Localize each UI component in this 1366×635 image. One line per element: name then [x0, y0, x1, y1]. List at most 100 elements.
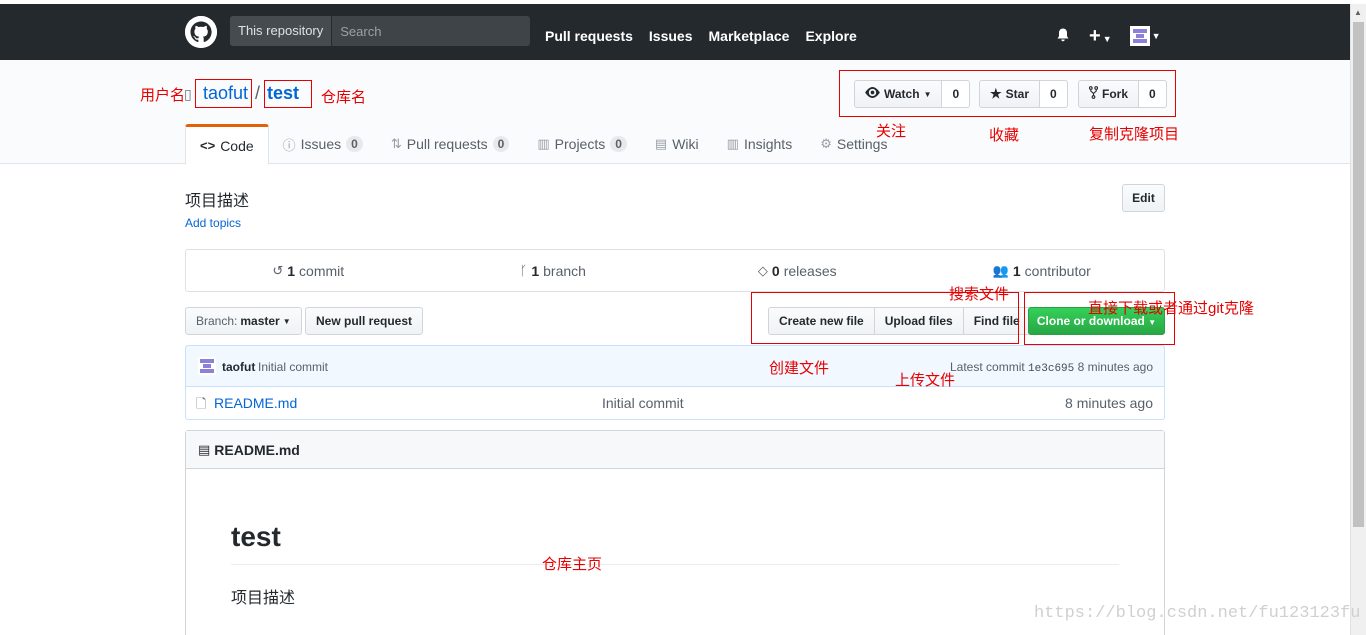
- tab-counter: 0: [610, 136, 627, 152]
- search-scope-label[interactable]: This repository: [230, 16, 333, 46]
- bell-icon[interactable]: [1055, 27, 1071, 46]
- issue-icon: ⓘ: [282, 137, 296, 153]
- vertical-scrollbar[interactable]: ▲: [1350, 4, 1366, 635]
- branches-label: branch: [543, 262, 586, 279]
- github-logo-icon[interactable]: [185, 16, 217, 48]
- commit-author-link[interactable]: taofut: [222, 360, 255, 374]
- commits-count: 1: [287, 262, 296, 279]
- scrollbar-thumb[interactable]: [1353, 22, 1364, 527]
- history-icon: ↺: [272, 262, 284, 278]
- global-nav: Pull requests Issues Marketplace Explore: [545, 8, 857, 64]
- nav-marketplace[interactable]: Marketplace: [709, 28, 790, 44]
- annotation-box-actions: [839, 70, 1176, 117]
- releases-count: 0: [771, 262, 780, 279]
- readme-panel: ▤ README.md test 项目描述: [185, 430, 1165, 635]
- tab-counter: 0: [492, 136, 510, 152]
- annotation-reponame: 仓库名: [321, 89, 367, 106]
- latest-commit-bar: taofut Initial commit Latest commit 1e3c…: [185, 345, 1165, 387]
- commit-message-link[interactable]: Initial commit: [258, 360, 328, 374]
- annotation-search-file: 搜索文件: [949, 286, 1010, 303]
- repo-description: 项目描述: [185, 193, 250, 210]
- code-icon: <>: [200, 138, 216, 153]
- watermark: https://blog.csdn.net/fu123123fu: [1034, 604, 1361, 623]
- commit-meta: Latest commit 1e3c695 8 minutes ago: [950, 360, 1153, 375]
- edit-description-button[interactable]: Edit: [1122, 184, 1165, 212]
- annotation-create-file: 创建文件: [769, 360, 830, 377]
- new-pull-request-button[interactable]: New pull request: [305, 307, 424, 335]
- pull-request-icon: ⇅: [390, 136, 402, 151]
- nav-explore[interactable]: Explore: [805, 28, 856, 44]
- header-actions: + ▼ ▼: [1055, 8, 1161, 64]
- book-icon: ▤: [198, 441, 211, 457]
- annotation-username: 用户名: [140, 87, 186, 104]
- tab-issues[interactable]: ⓘ Issues 0: [269, 124, 377, 164]
- branch-icon: ᚴ: [519, 263, 528, 278]
- gear-icon: ⚙: [820, 136, 832, 151]
- page: This repository Pull requests Issues Mar…: [0, 0, 1366, 635]
- table-row: 🗋 README.md Initial commit 8 minutes ago: [185, 387, 1165, 420]
- contributors-count: 1: [1012, 262, 1021, 279]
- branch-label: Branch:: [196, 314, 238, 328]
- annotation-box-username: [195, 79, 252, 108]
- branch-select-button[interactable]: Branch: master ▼: [185, 307, 302, 335]
- contributors-label: contributor: [1024, 262, 1091, 279]
- plus-icon: +: [1089, 24, 1101, 47]
- numbers-summary: ↺ 1 commit ᚴ 1 branch ◇ 0 releases 👥 1 c…: [185, 249, 1165, 292]
- scoped-search: This repository: [230, 16, 530, 46]
- book-icon: ▤: [654, 136, 668, 151]
- commits-summary[interactable]: ↺ 1 commit: [186, 250, 431, 291]
- file-commit-message[interactable]: Initial commit: [602, 395, 684, 411]
- header-bar: This repository Pull requests Issues Mar…: [0, 4, 1350, 60]
- chevron-down-icon: ▼: [1151, 31, 1161, 41]
- tag-icon: ◇: [757, 262, 768, 278]
- tab-label: Code: [220, 137, 254, 154]
- commit-sha-link[interactable]: 1e3c695: [1028, 363, 1074, 375]
- chevron-down-icon: ▼: [1102, 33, 1112, 44]
- branches-summary[interactable]: ᚴ 1 branch: [431, 250, 676, 291]
- divider: [231, 564, 1119, 565]
- scroll-up-arrow-icon[interactable]: ▲: [1354, 8, 1362, 17]
- annotation-fork: 复制克隆项目: [1089, 126, 1180, 143]
- user-menu[interactable]: ▼: [1129, 26, 1161, 46]
- annotation-star: 收藏: [989, 127, 1020, 144]
- tab-code[interactable]: <> Code: [185, 124, 269, 165]
- readme-header: ▤ README.md: [186, 431, 1164, 469]
- search-input[interactable]: [332, 16, 530, 46]
- readme-header-label: README.md: [214, 441, 300, 458]
- readme-body: 项目描述: [231, 590, 296, 607]
- repo-icon: ▯: [184, 86, 192, 102]
- branch-value: master: [240, 314, 280, 328]
- branches-count: 1: [531, 262, 540, 279]
- tab-pull-requests[interactable]: ⇅ Pull requests 0: [377, 124, 524, 164]
- annotation-home: 仓库主页: [542, 556, 603, 573]
- commits-label: commit: [299, 262, 345, 279]
- file-name-link[interactable]: README.md: [214, 395, 297, 411]
- add-topics-link[interactable]: Add topics: [185, 216, 241, 230]
- tab-label: Insights: [743, 136, 793, 152]
- tab-projects[interactable]: ▥ Projects 0: [523, 124, 641, 164]
- tab-label: Issues: [300, 136, 342, 152]
- tab-wiki[interactable]: ▤ Wiki: [641, 124, 713, 164]
- latest-commit-prefix: Latest commit: [950, 360, 1025, 374]
- file-icon: 🗋: [196, 396, 207, 411]
- tab-insights[interactable]: ▥ Insights: [713, 124, 807, 164]
- create-new-menu[interactable]: + ▼: [1089, 25, 1112, 48]
- annotation-clone: 直接下载或者通过git克隆: [1088, 300, 1254, 317]
- readme-title: test: [231, 521, 281, 552]
- annotation-box-reponame: [264, 80, 312, 108]
- annotation-upload-file: 上传文件: [895, 372, 956, 389]
- annotation-watch: 关注: [876, 123, 907, 140]
- tab-label: Wiki: [672, 136, 699, 152]
- file-age: 8 minutes ago: [1065, 395, 1153, 411]
- nav-pull-requests[interactable]: Pull requests: [545, 28, 633, 44]
- graph-icon: ▥: [726, 136, 739, 151]
- avatar[interactable]: [198, 357, 216, 375]
- people-icon: 👥: [992, 262, 1009, 278]
- nav-issues[interactable]: Issues: [649, 28, 693, 44]
- project-icon: ▥: [537, 136, 550, 151]
- releases-summary[interactable]: ◇ 0 releases: [675, 250, 920, 291]
- tab-counter: 0: [346, 136, 363, 152]
- releases-label: releases: [783, 262, 837, 279]
- repo-tabs: <> Code ⓘ Issues 0 ⇅ Pull requests 0 ▥ P…: [185, 124, 901, 165]
- avatar: [1129, 26, 1150, 46]
